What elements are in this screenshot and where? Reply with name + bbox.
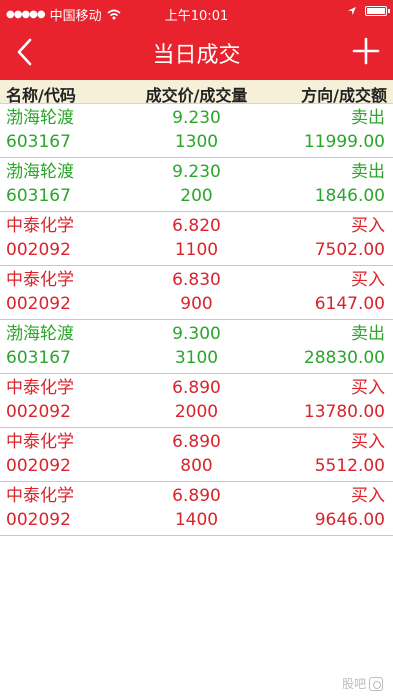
trade-row[interactable]: 中泰化学 002092 6.890 2000 买入 13780.00: [0, 374, 393, 428]
trade-direction: 买入: [351, 432, 385, 452]
trade-amount: 9646.00: [314, 510, 385, 530]
trade-row[interactable]: 渤海轮渡 603167 9.230 200 卖出 1846.00: [0, 158, 393, 212]
trade-price: 6.890: [172, 378, 221, 398]
trade-price: 9.230: [172, 162, 221, 182]
top-bar: ●●●●● 中国移动 上午10:01 当日成交: [0, 0, 393, 80]
trade-amount: 28830.00: [303, 348, 385, 368]
trade-direction: 卖出: [351, 108, 385, 128]
trade-price: 9.300: [172, 324, 221, 344]
trade-row[interactable]: 渤海轮渡 603167 9.230 1300 卖出 11999.00: [0, 104, 393, 158]
battery-icon: [365, 6, 390, 16]
trade-price: 9.230: [172, 108, 221, 128]
plus-icon[interactable]: [351, 36, 381, 66]
trade-list: 渤海轮渡 603167 9.230 1300 卖出 11999.00 渤海轮渡 603167 9…: [0, 104, 393, 536]
trade-direction: 卖出: [351, 324, 385, 344]
watermark-text: 股吧: [341, 677, 366, 691]
trade-price: 6.820: [172, 216, 221, 236]
status-right: [347, 6, 390, 16]
trade-amount: 5512.00: [314, 456, 385, 476]
trade-direction: 买入: [351, 486, 385, 506]
location-arrow-icon: [348, 7, 356, 15]
trade-row[interactable]: 中泰化学 002092 6.890 1400 买入 9646.00: [0, 482, 393, 536]
watermark-logo-icon: [369, 676, 383, 691]
trade-row[interactable]: 中泰化学 002092 6.820 1100 买入 7502.00: [0, 212, 393, 266]
watermark: 股吧: [342, 675, 383, 692]
trade-direction: 买入: [351, 270, 385, 290]
trade-direction: 买入: [351, 216, 385, 236]
page-title: 当日成交: [152, 43, 241, 68]
nav-bar: 当日成交: [0, 26, 393, 80]
trade-price: 6.890: [172, 486, 221, 506]
trade-row[interactable]: 渤海轮渡 603167 9.300 3100 卖出 28830.00: [0, 320, 393, 374]
trade-row[interactable]: 中泰化学 002092 6.830 900 买入 6147.00: [0, 266, 393, 320]
trade-price: 6.890: [172, 432, 221, 452]
trade-amount: 13780.00: [303, 402, 385, 422]
column-header: 名称/代码 成交价/成交量 方向/成交额: [0, 80, 393, 105]
trade-amount: 6147.00: [314, 294, 385, 314]
trade-direction: 买入: [351, 378, 385, 398]
trade-direction: 卖出: [351, 162, 385, 182]
column-dir-amount: 方向/成交额: [301, 86, 387, 105]
trade-row[interactable]: 中泰化学 002092 6.890 800 买入 5512.00: [0, 428, 393, 482]
trade-amount: 7502.00: [314, 240, 385, 260]
trade-price: 6.830: [172, 270, 221, 290]
status-bar: ●●●●● 中国移动 上午10:01: [0, 0, 393, 26]
trade-amount: 11999.00: [303, 132, 385, 152]
trade-amount: 1846.00: [314, 186, 385, 206]
status-time: 上午10:01: [164, 9, 229, 24]
